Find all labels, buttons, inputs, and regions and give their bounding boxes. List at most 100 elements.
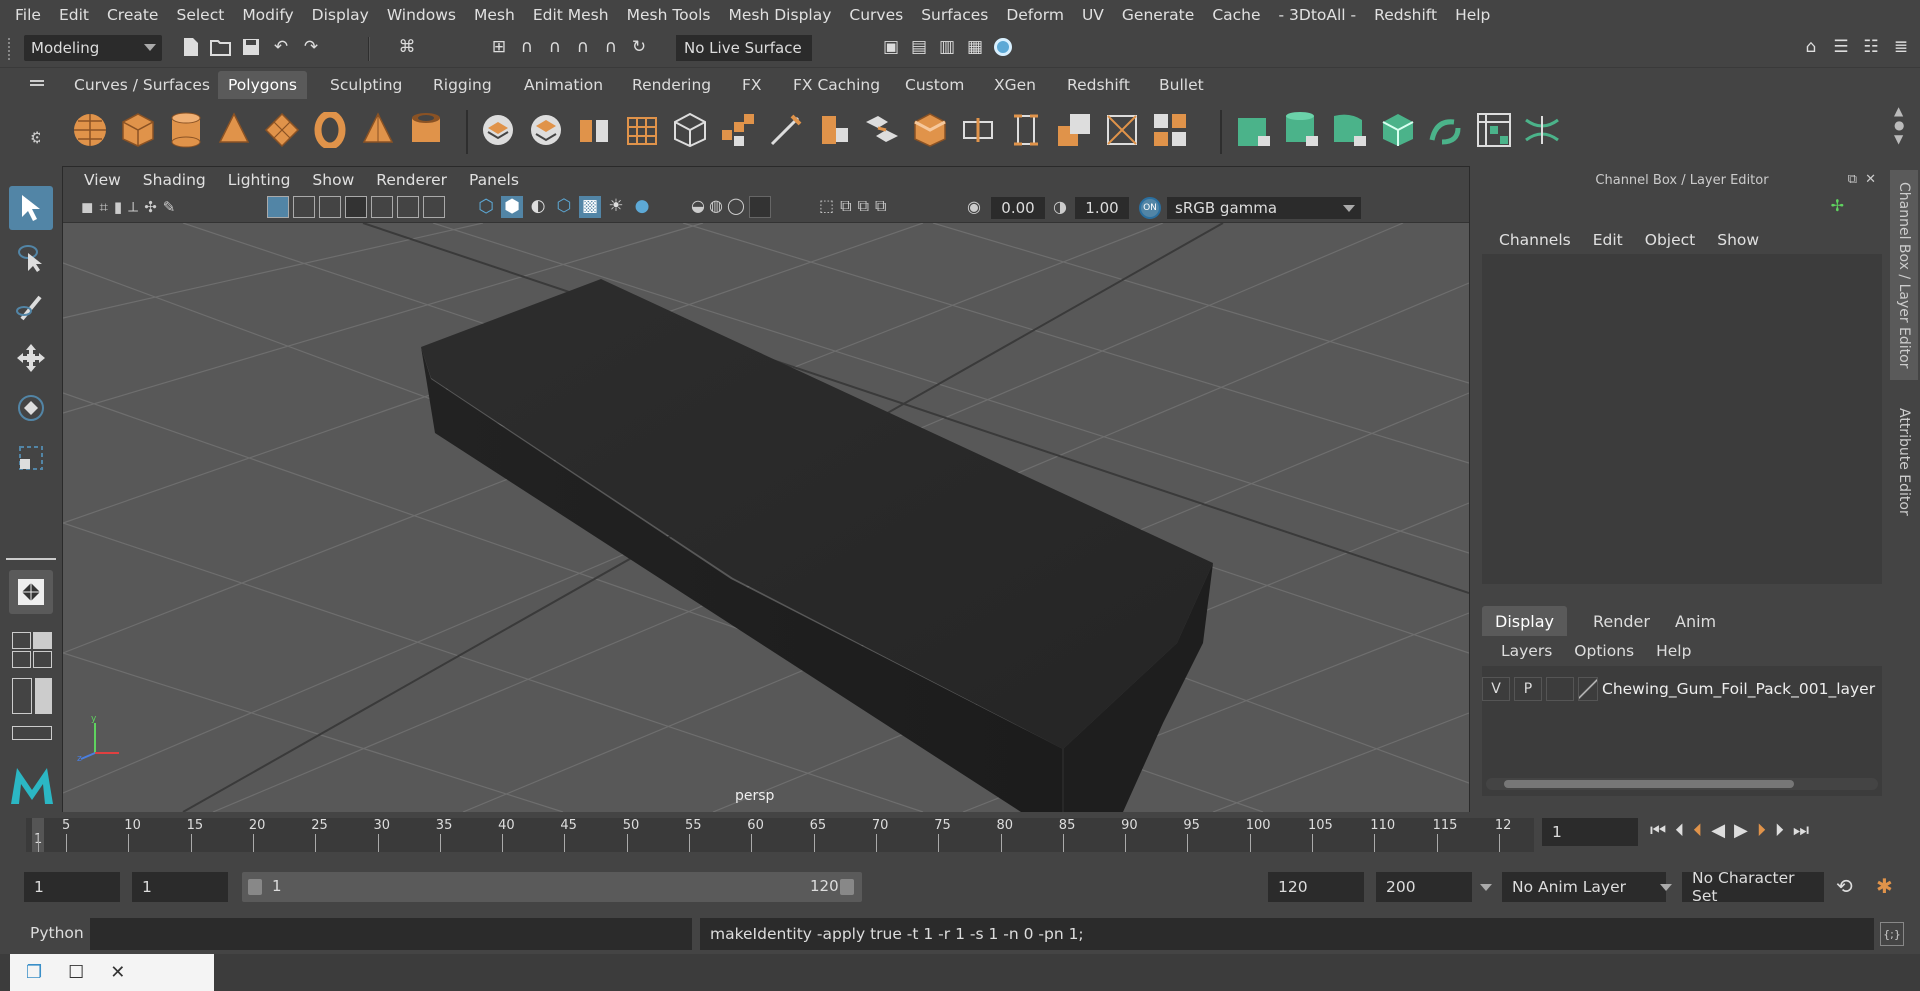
step-forward-key-icon[interactable]: ⏵	[1757, 820, 1766, 841]
isolate-select-icon[interactable]: ⬚	[819, 196, 834, 216]
layer-name[interactable]: Chewing_Gum_Foil_Pack_001_layer	[1602, 680, 1875, 698]
append-polygon-icon[interactable]	[1008, 112, 1044, 148]
menu-help[interactable]: Help	[1645, 642, 1702, 660]
scene-view[interactable]: yz persp	[63, 223, 1469, 812]
menu-object[interactable]: Object	[1634, 231, 1706, 249]
color-space-dropdown[interactable]: sRGB gamma	[1167, 197, 1361, 219]
ipr-render-icon[interactable]: ▥	[936, 36, 958, 58]
paint-select-icon[interactable]	[9, 286, 53, 330]
side-tab-channel-box[interactable]: Channel Box / Layer Editor	[1890, 170, 1918, 380]
render-view-icon[interactable]: ▣	[880, 36, 902, 58]
menu-deform[interactable]: Deform	[997, 6, 1073, 24]
menu-cache[interactable]: Cache	[1203, 6, 1269, 24]
chevron-down-icon[interactable]	[1480, 884, 1492, 891]
bevel-icon[interactable]	[912, 112, 948, 148]
go-to-start-icon[interactable]: ⏮	[1650, 820, 1666, 841]
poly-cube-icon[interactable]	[120, 112, 156, 148]
exposure-field[interactable]: 0.00	[991, 197, 1045, 219]
maximize-icon[interactable]: ☐	[68, 962, 84, 983]
smooth-shade-icon[interactable]: ⬢	[501, 196, 523, 218]
timeline-track[interactable]: 1510152025303540455055606570758085909510…	[26, 818, 1534, 852]
xray-joints-icon[interactable]: ⧉	[858, 196, 869, 216]
exposure-icon[interactable]: ◉	[967, 197, 981, 216]
uv-planar-icon[interactable]	[1236, 112, 1272, 148]
lights-icon[interactable]: ☀	[605, 196, 627, 218]
four-view-layout-icon[interactable]	[12, 632, 52, 668]
tab-bullet[interactable]: Bullet	[1149, 71, 1214, 99]
gamma-field[interactable]: 1.00	[1075, 197, 1129, 219]
tab-redshift[interactable]: Redshift	[1057, 71, 1140, 99]
tab-custom[interactable]: Custom	[895, 71, 974, 99]
snap-grid-icon[interactable]: ⊞	[488, 36, 510, 58]
scrollbar-thumb[interactable]	[1504, 780, 1794, 788]
shelf-menu-icon[interactable]	[30, 80, 44, 82]
menu-mesh[interactable]: Mesh	[465, 6, 524, 24]
maya-logo-icon[interactable]	[9, 764, 53, 808]
playback-start-field[interactable]: 1	[132, 872, 228, 902]
open-scene-icon[interactable]	[210, 36, 232, 58]
viewport-menu-shading[interactable]: Shading	[132, 171, 217, 189]
tab-animation[interactable]: Animation	[514, 71, 613, 99]
menu-file[interactable]: File	[6, 6, 50, 24]
step-forward-frame-icon[interactable]: ⏵	[1775, 820, 1784, 841]
start-time-field[interactable]: 1	[24, 872, 120, 902]
textured-icon[interactable]: ▩	[579, 196, 601, 218]
channel-box-icon[interactable]: ≣	[1890, 36, 1912, 58]
lasso-tool-icon[interactable]	[9, 236, 53, 280]
resolution-gate-icon[interactable]	[319, 196, 341, 218]
move-tool-icon[interactable]	[9, 336, 53, 380]
hypershade-icon[interactable]	[992, 36, 1014, 58]
hierarchy-mask-icon[interactable]: ⌘	[396, 36, 418, 58]
extrude-icon[interactable]	[816, 112, 852, 148]
menu-show[interactable]: Show	[1706, 231, 1770, 249]
menu-curves[interactable]: Curves	[840, 6, 912, 24]
current-frame-field[interactable]: 1	[1542, 818, 1638, 846]
menu-options[interactable]: Options	[1563, 642, 1645, 660]
new-scene-icon[interactable]	[180, 36, 202, 58]
tab-display[interactable]: Display	[1482, 606, 1567, 636]
menu-display[interactable]: Display	[303, 6, 378, 24]
perspective-viewport[interactable]: View Shading Lighting Show Renderer Pane…	[62, 166, 1470, 812]
uv-cut-sew-icon[interactable]	[1524, 112, 1560, 148]
playback-end-field[interactable]: 120	[1268, 872, 1364, 902]
redo-icon[interactable]: ↷	[300, 36, 322, 58]
tool-settings-icon[interactable]: ☷	[1860, 36, 1882, 58]
play-forward-icon[interactable]: ▶	[1734, 820, 1748, 841]
uv-spherical-icon[interactable]	[1332, 112, 1368, 148]
poly-torus-icon[interactable]	[312, 110, 348, 150]
tab-rigging[interactable]: Rigging	[423, 71, 502, 99]
character-set-dropdown[interactable]: No Character Set	[1682, 869, 1824, 905]
anim-layer-dropdown[interactable]: No Anim Layer	[1502, 872, 1666, 902]
snap-curve-icon[interactable]: ∩	[516, 36, 538, 58]
range-start-handle[interactable]	[248, 879, 262, 895]
default-material-icon[interactable]: ◐	[527, 196, 549, 218]
fill-hole-icon[interactable]	[1056, 112, 1092, 148]
go-to-end-icon[interactable]: ⏭	[1793, 820, 1809, 841]
menu-3dtoall[interactable]: - 3DtoAll -	[1270, 6, 1366, 24]
command-input[interactable]	[90, 918, 692, 950]
safe-title-icon[interactable]	[423, 196, 445, 218]
viewport-menu-show[interactable]: Show	[301, 171, 365, 189]
poly-plane-icon[interactable]	[264, 112, 300, 148]
layer-row[interactable]: V P Chewing_Gum_Foil_Pack_001_layer	[1482, 674, 1878, 704]
separate-icon[interactable]	[528, 112, 564, 148]
script-editor-icon[interactable]: {;}	[1880, 922, 1904, 946]
field-chart-icon[interactable]	[371, 196, 393, 218]
end-time-field[interactable]: 200	[1376, 872, 1472, 902]
ambient-occlusion-icon[interactable]: ◒	[691, 196, 705, 218]
scale-tool-icon[interactable]	[9, 436, 53, 480]
poly-cone-icon[interactable]	[216, 112, 252, 148]
bridge-icon[interactable]	[864, 112, 900, 148]
animation-preferences-icon[interactable]: ✱	[1876, 874, 1893, 898]
close-icon[interactable]: ✕	[110, 962, 125, 983]
live-surface-field[interactable]: No Live Surface	[676, 35, 812, 61]
wireframe-icon[interactable]: ⬡	[475, 196, 497, 218]
menu-create[interactable]: Create	[98, 6, 168, 24]
viewport-menu-renderer[interactable]: Renderer	[365, 171, 458, 189]
remesh-icon[interactable]	[720, 112, 756, 148]
viewport-menu-lighting[interactable]: Lighting	[217, 171, 302, 189]
step-back-frame-icon[interactable]: ⏴	[1675, 820, 1684, 841]
save-scene-icon[interactable]	[240, 36, 262, 58]
insert-edge-loop-icon[interactable]	[960, 112, 996, 148]
uv-editor-icon[interactable]	[1476, 112, 1512, 148]
